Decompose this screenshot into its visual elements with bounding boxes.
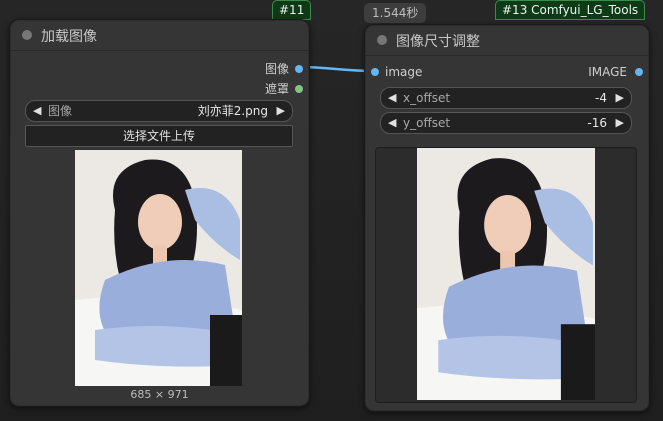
node-id-badge: #11 <box>272 0 312 20</box>
node-title-bar[interactable]: 图像尺寸调整 <box>365 25 649 56</box>
portrait-photo <box>417 148 595 400</box>
x-offset-widget[interactable]: ◀ x_offset -4 ▶ <box>380 87 632 109</box>
y-offset-widget[interactable]: ◀ y_offset -16 ▶ <box>380 112 632 134</box>
image-preview <box>417 148 595 400</box>
output-label-image: 图像 <box>264 62 289 76</box>
upload-button[interactable]: 选择文件上传 <box>25 125 293 147</box>
widget-value: -4 <box>595 91 607 105</box>
node-title: 加载图像 <box>41 29 97 45</box>
node-id-badge: #13 Comfyui_LG_Tools <box>495 0 646 20</box>
widget-label: x_offset <box>403 91 451 105</box>
image-resize-node[interactable]: 图像尺寸调整 image IMAGE ◀ x_offset -4 ▶ ◀ y_o… <box>364 24 650 412</box>
decrement-arrow-icon[interactable]: ◀ <box>388 116 396 130</box>
node-link <box>299 65 374 73</box>
input-slot-image[interactable] <box>371 68 379 76</box>
image-dimensions: 685 × 971 <box>130 388 189 401</box>
input-label-image: image <box>385 65 423 79</box>
portrait-photo <box>75 150 242 386</box>
increment-arrow-icon[interactable]: ▶ <box>616 91 624 105</box>
widget-label: y_offset <box>403 116 451 130</box>
execution-time-badge: 1.544秒 <box>364 3 427 23</box>
image-select-widget[interactable]: ◀ 图像 刘亦菲2.png ▶ <box>25 100 293 122</box>
decrement-arrow-icon[interactable]: ◀ <box>33 104 41 118</box>
output-slot-image[interactable] <box>635 68 643 76</box>
collapse-dot-icon[interactable] <box>22 30 32 40</box>
output-preview-area <box>375 147 637 403</box>
widget-label: 图像 <box>48 104 73 118</box>
image-preview <box>75 150 242 386</box>
decrement-arrow-icon[interactable]: ◀ <box>388 91 396 105</box>
output-slot-mask[interactable] <box>295 85 303 93</box>
output-label-image: IMAGE <box>588 65 627 79</box>
increment-arrow-icon[interactable]: ▶ <box>616 116 624 130</box>
collapse-dot-icon[interactable] <box>377 35 387 45</box>
load-image-node[interactable]: 加载图像 图像 遮罩 ◀ 图像 刘亦菲2.png ▶ 选择文件上传 685 × … <box>9 19 310 407</box>
node-title: 图像尺寸调整 <box>396 34 480 50</box>
increment-arrow-icon[interactable]: ▶ <box>277 104 285 118</box>
output-slot-image[interactable] <box>295 65 303 73</box>
widget-value: -16 <box>587 116 607 130</box>
widget-value: 刘亦菲2.png <box>197 104 268 118</box>
node-title-bar[interactable]: 加载图像 <box>10 20 309 51</box>
output-label-mask: 遮罩 <box>264 82 289 96</box>
